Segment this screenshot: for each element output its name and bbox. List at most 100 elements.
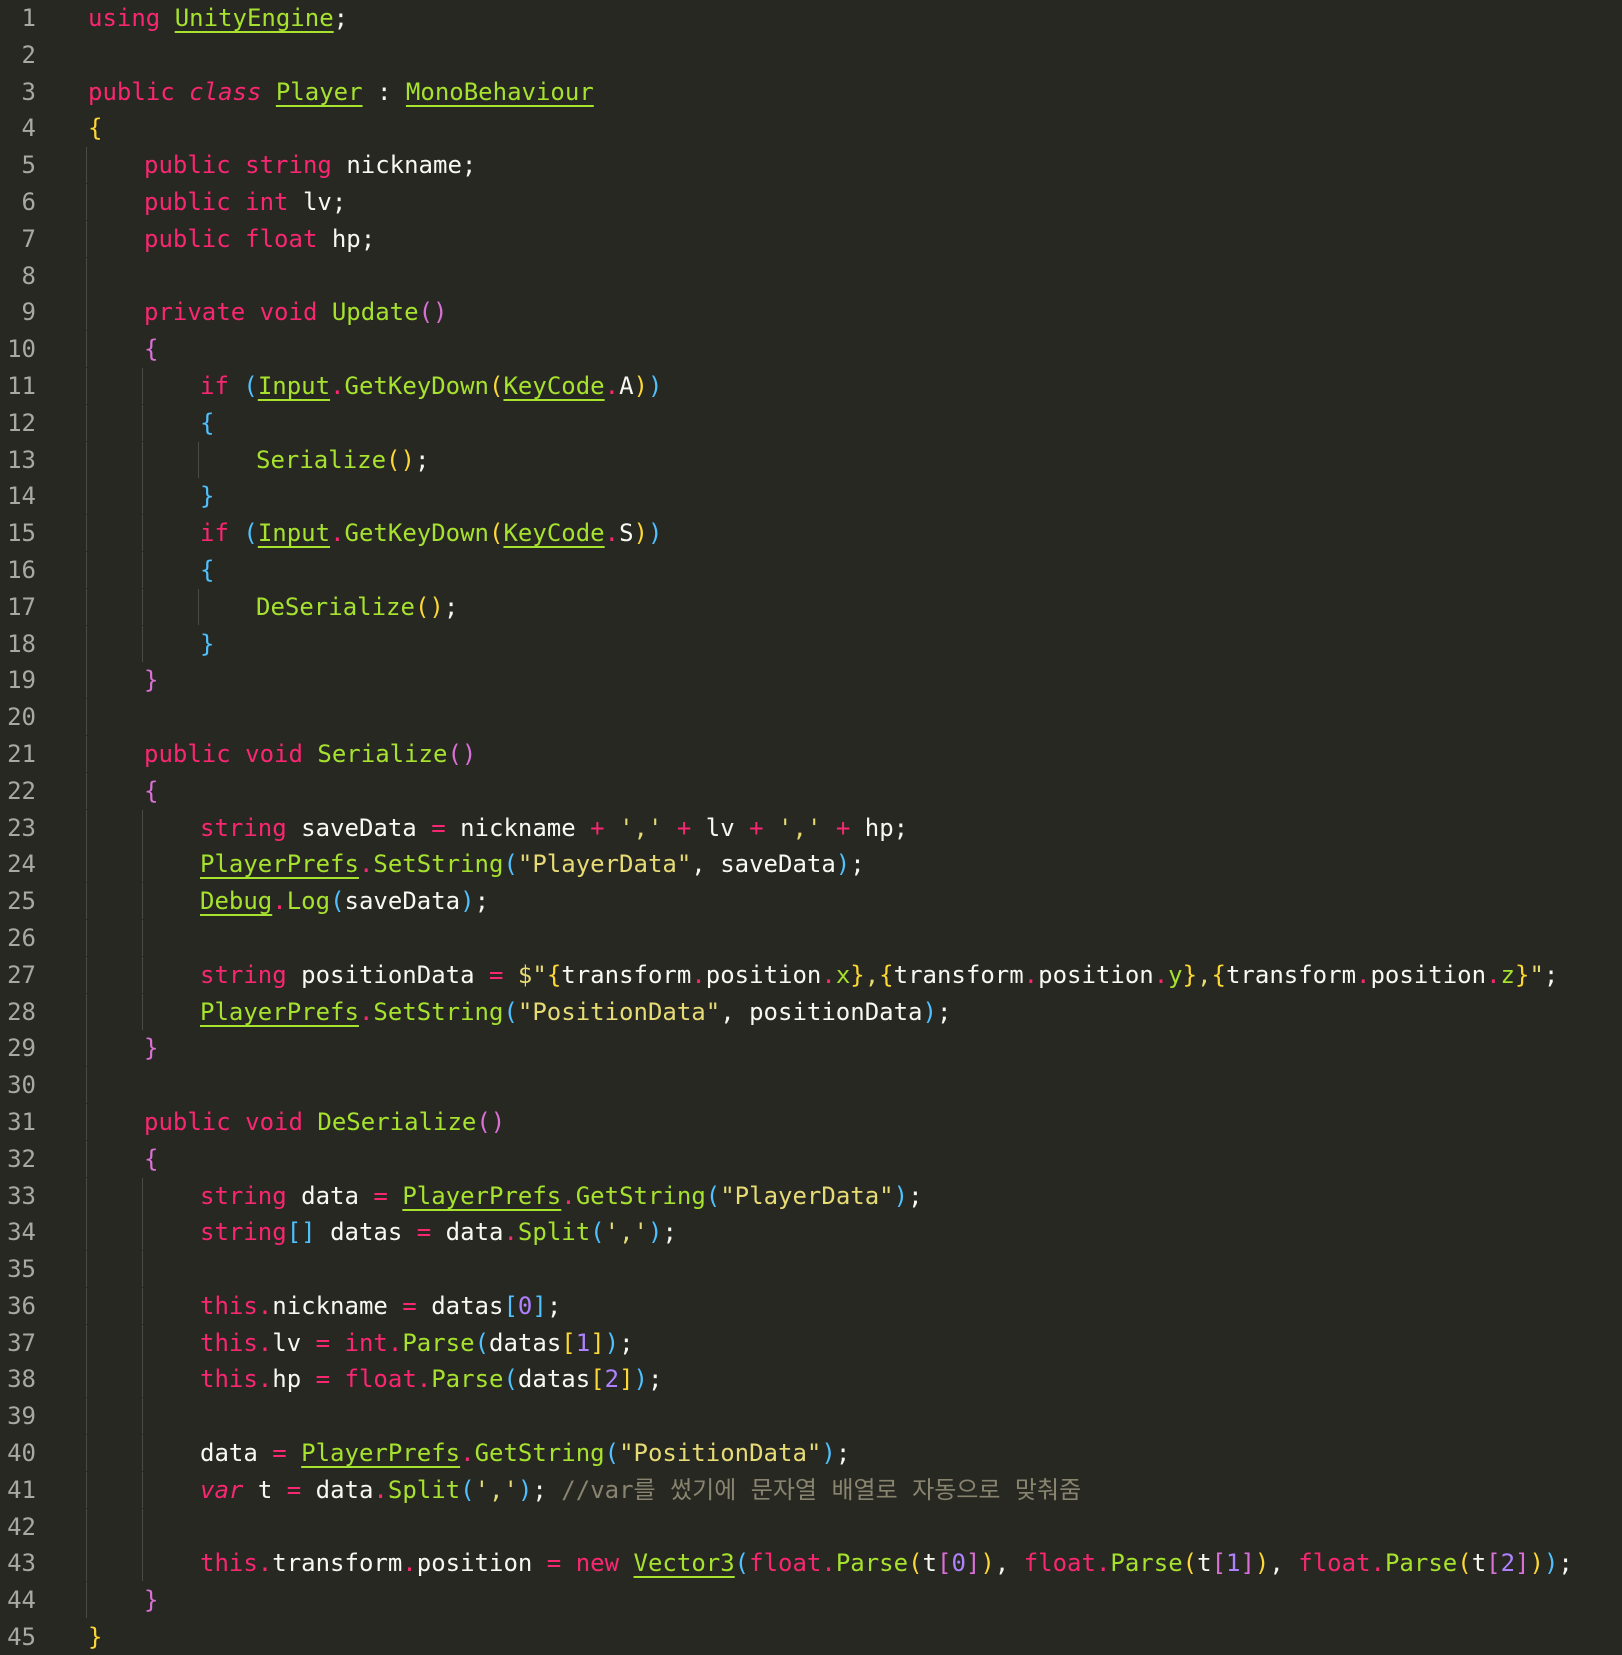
code-line[interactable]: 19} bbox=[0, 662, 1622, 699]
indent-guide bbox=[86, 1030, 87, 1067]
code-line[interactable]: 24 PlayerPrefs.SetString("PlayerData", sa… bbox=[0, 846, 1622, 883]
code-token: = bbox=[402, 1291, 417, 1320]
code-text: } bbox=[200, 626, 214, 662]
line-number: 1 bbox=[21, 4, 36, 32]
code-token: ; bbox=[619, 1328, 634, 1357]
code-line[interactable]: 43 this.transform.position = new Vector3(… bbox=[0, 1545, 1622, 1582]
code-line[interactable]: 31 public void DeSerialize() bbox=[0, 1103, 1622, 1140]
code-token: ) bbox=[633, 371, 648, 400]
code-token: class bbox=[189, 77, 262, 106]
code-text: data = PlayerPrefs.GetString("PositionDa… bbox=[200, 1435, 850, 1471]
code-line[interactable]: 34 string[] datas = data.Split(','); bbox=[0, 1214, 1622, 1251]
line-number: 15 bbox=[7, 519, 36, 548]
code-line[interactable]: 4{ bbox=[0, 110, 1622, 146]
code-line[interactable]: 41 var t = data.Split(','); //var를 썼기에 문자… bbox=[0, 1471, 1622, 1508]
line-number: 36 bbox=[7, 1291, 36, 1320]
code-line[interactable]: 29} bbox=[0, 1030, 1622, 1067]
code-line[interactable]: 21 public void Serialize() bbox=[0, 735, 1622, 772]
code-token: () bbox=[414, 592, 444, 621]
indent-guide bbox=[86, 1251, 87, 1288]
code-line[interactable]: 45} bbox=[0, 1619, 1622, 1655]
code-token: this bbox=[200, 1291, 258, 1320]
code-line[interactable]: 17 DeSerialize(); bbox=[0, 588, 1622, 625]
line-number: 12 bbox=[7, 408, 36, 437]
code-line[interactable]: 9 private void Update() bbox=[0, 294, 1622, 331]
code-editor[interactable]: 1 using UnityEngine; 2 3 public class Player… bbox=[0, 0, 1622, 1651]
code-line[interactable]: 12 { bbox=[0, 404, 1622, 441]
code-token: data bbox=[315, 1475, 374, 1504]
code-line[interactable]: 44} bbox=[0, 1582, 1622, 1619]
code-line[interactable]: 8 bbox=[0, 257, 1622, 294]
code-token: [ bbox=[1486, 1549, 1501, 1578]
code-line[interactable]: 32 { bbox=[0, 1140, 1622, 1177]
code-line[interactable]: 36 this.nickname = datas[0]; bbox=[0, 1287, 1622, 1324]
code-line[interactable]: 15 if (Input.GetKeyDown(KeyCode.S)) bbox=[0, 515, 1622, 552]
code-line[interactable]: 39 bbox=[0, 1398, 1622, 1435]
code-token: position bbox=[705, 960, 822, 989]
indent-guide bbox=[142, 478, 143, 515]
indent-guide bbox=[142, 625, 143, 662]
code-token: saveData bbox=[301, 813, 417, 842]
line-number: 23 bbox=[7, 813, 36, 842]
indent-guide bbox=[198, 588, 199, 625]
code-line[interactable]: 1 using UnityEngine; bbox=[0, 0, 1622, 36]
code-line[interactable]: 38 this.hp = float.Parse(datas[2]); bbox=[0, 1361, 1622, 1398]
code-line[interactable]: 23 string saveData = nickname + ',' + lv … bbox=[0, 809, 1622, 846]
code-token: void bbox=[245, 1107, 303, 1136]
code-line[interactable]: 2 bbox=[0, 37, 1622, 73]
code-line[interactable]: 20 bbox=[0, 699, 1622, 736]
indent-guide bbox=[142, 367, 143, 404]
code-line[interactable]: 14} bbox=[0, 478, 1622, 515]
code-line[interactable]: 35 bbox=[0, 1251, 1622, 1288]
code-token: if bbox=[200, 371, 229, 400]
code-token: float bbox=[344, 1365, 417, 1394]
indent-guide bbox=[86, 735, 87, 772]
code-token: ( bbox=[330, 887, 345, 916]
code-token: { bbox=[144, 776, 159, 805]
code-line[interactable]: 25 Debug.Log(saveData); bbox=[0, 883, 1622, 920]
code-line[interactable]: 6 public int lv; bbox=[0, 183, 1622, 220]
code-line[interactable]: 26 bbox=[0, 919, 1622, 956]
code-line[interactable]: 33 string data = PlayerPrefs.GetString("P… bbox=[0, 1177, 1622, 1214]
code-token: public bbox=[144, 739, 231, 768]
code-line[interactable]: 40 data = PlayerPrefs.GetString("Position… bbox=[0, 1435, 1622, 1472]
code-line[interactable]: 22 { bbox=[0, 772, 1622, 809]
code-token: DeSerialize bbox=[256, 592, 415, 621]
code-line[interactable]: 30 bbox=[0, 1067, 1622, 1104]
code-token: PlayerPrefs bbox=[301, 1439, 461, 1468]
code-line[interactable]: 11 if (Input.GetKeyDown(KeyCode.A)) bbox=[0, 367, 1622, 404]
code-token: ] bbox=[1515, 1549, 1530, 1578]
code-token: SetString bbox=[373, 850, 504, 879]
code-line[interactable]: 18} bbox=[0, 625, 1622, 662]
indent-guide bbox=[86, 367, 87, 404]
code-line[interactable]: 13 Serialize(); bbox=[0, 441, 1622, 478]
code-token: ( bbox=[590, 1218, 605, 1247]
code-token: = bbox=[315, 1328, 331, 1357]
code-token: = bbox=[416, 1218, 432, 1247]
code-line[interactable]: 28 PlayerPrefs.SetString("PositionData", … bbox=[0, 993, 1622, 1030]
code-line[interactable]: 5 public string nickname; bbox=[0, 147, 1622, 184]
line-number: 34 bbox=[7, 1218, 36, 1247]
indent-guide bbox=[86, 1287, 87, 1324]
code-line[interactable]: 37 this.lv = int.Parse(datas[1]); bbox=[0, 1324, 1622, 1361]
code-token: datas bbox=[330, 1218, 403, 1247]
code-line[interactable]: 42 bbox=[0, 1508, 1622, 1545]
code-line[interactable]: 7 public float hp; bbox=[0, 220, 1622, 257]
code-token: position bbox=[1038, 960, 1154, 989]
code-token: GetKeyDown bbox=[344, 519, 490, 548]
code-token: . bbox=[1370, 1549, 1385, 1578]
code-line[interactable]: 27 string positionData = $"{transform.pos… bbox=[0, 956, 1622, 993]
code-line[interactable]: 10 { bbox=[0, 331, 1622, 368]
code-line[interactable]: 3 public class Player : MonoBehaviour bbox=[0, 74, 1622, 110]
indent-guide bbox=[86, 257, 87, 294]
code-line[interactable]: 16 { bbox=[0, 551, 1622, 588]
code-text: string positionData = $"{transform.posit… bbox=[200, 957, 1558, 993]
line-number: 27 bbox=[7, 960, 36, 989]
code-token: ) bbox=[604, 1328, 620, 1357]
code-token: if bbox=[200, 519, 229, 548]
code-token: public bbox=[88, 77, 175, 106]
